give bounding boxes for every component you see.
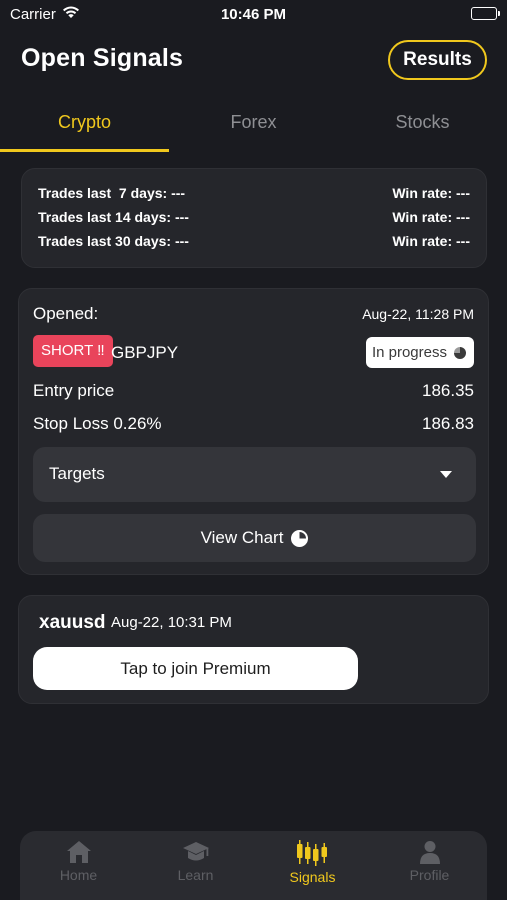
nav-home-label: Home [59,867,98,883]
status-badge: In progress [365,337,474,368]
premium-symbol: xauusd [39,612,106,633]
chevron-down-icon [440,471,452,478]
targets-label: Targets [49,464,105,483]
entry-price-label: Entry price [33,381,115,400]
bottom-tab-bar: Home Learn Signals Profile [20,831,487,900]
trades-count-label: Trades last 30 days: --- [38,233,189,249]
graduation-cap-icon [182,842,209,861]
entry-price-row: Entry price 186.35 [33,381,474,403]
stats-row-30-days: Trades last 30 days: --- Win rate: --- [38,233,470,253]
status-label: In progress [371,344,447,361]
premium-date: Aug-22, 10:31 PM [111,614,232,631]
results-button[interactable]: Results [388,40,487,80]
stop-loss-label: Stop Loss 0.26% [33,414,162,433]
stop-loss-row: Stop Loss 0.26% 186.83 [33,414,474,436]
page-title: Open Signals [21,44,184,72]
stats-card: Trades last 7 days: --- Win rate: --- Tr… [21,168,487,268]
clock: 10:46 PM [220,6,287,23]
win-rate-label: Win rate: --- [392,185,470,201]
stop-loss-value: 186.83 [422,414,474,433]
signal-card: Opened: Aug-22, 11:28 PM SHORT ‼ GBPJPY … [18,288,489,575]
tab-stocks[interactable]: Stocks [338,104,507,154]
pie-chart-icon [291,529,309,547]
opened-label: Opened: [33,304,99,323]
win-rate-label: Win rate: --- [392,233,470,249]
stats-row-7-days: Trades last 7 days: --- Win rate: --- [38,185,470,205]
market-tabs: Crypto Forex Stocks [0,104,507,154]
nav-signals-label: Signals [289,869,336,885]
candlestick-icon [296,840,327,866]
nav-signals[interactable]: Signals [254,837,371,895]
battery-icon [471,7,500,20]
direction-badge: SHORT ‼ [33,335,113,367]
tab-forex[interactable]: Forex [169,104,338,154]
nav-learn-label: Learn [177,867,214,883]
header: Open Signals Results [0,38,507,82]
win-rate-label: Win rate: --- [392,209,470,225]
progress-pie-icon [454,346,466,359]
nav-profile-label: Profile [409,867,450,883]
join-premium-button[interactable]: Tap to join Premium [33,647,358,690]
tab-crypto[interactable]: Crypto [0,104,169,154]
home-icon [66,841,91,863]
status-bar: Carrier 10:46 PM [0,0,507,30]
trades-count-label: Trades last 7 days: --- [38,185,186,201]
entry-price-value: 186.35 [422,381,474,400]
targets-dropdown[interactable]: Targets [33,447,476,502]
premium-signal-card: xauusd Aug-22, 10:31 PM Tap to join Prem… [18,595,489,704]
stats-row-14-days: Trades last 14 days: --- Win rate: --- [38,209,470,229]
person-icon [419,841,440,864]
trades-count-label: Trades last 14 days: --- [38,209,189,225]
nav-learn[interactable]: Learn [137,837,254,895]
view-chart-label: View Chart [200,528,284,547]
view-chart-button[interactable]: View Chart [33,514,476,562]
nav-home[interactable]: Home [20,837,137,895]
pair-name: GBPJPY [111,343,179,362]
nav-profile[interactable]: Profile [371,837,488,895]
opened-date: Aug-22, 11:28 PM [362,306,474,322]
